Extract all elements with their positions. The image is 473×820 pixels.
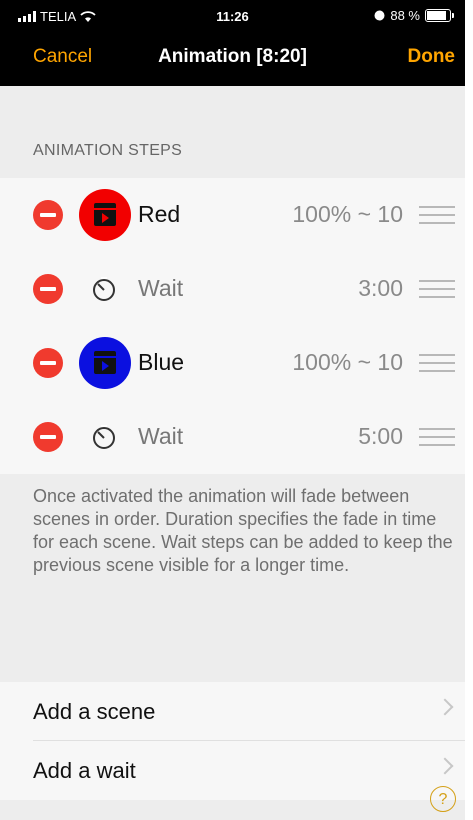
help-icon[interactable]: ? [430,786,456,812]
step-value: 100% ~ 10 [292,201,403,227]
battery-indicator: 88 % [374,8,454,23]
scene-icon [94,351,116,374]
chevron-right-icon [436,698,454,716]
reorder-handle-icon[interactable] [419,428,455,448]
step-value: 5:00 [358,423,403,449]
step-row-wait: Wait 5:00 [0,400,465,474]
chevron-right-icon [436,757,454,775]
add-scene-button[interactable]: Add a scene [0,682,465,741]
scene-color-red [79,189,131,241]
step-row-red: Red 100% ~ 10 [0,178,465,252]
step-row-blue: Blue 100% ~ 10 [0,326,465,400]
animation-steps-list: Red 100% ~ 10 Wait 3:00 Blue 100% ~ 10 W [0,178,465,474]
timer-icon [93,277,115,301]
step-name: Red [138,201,181,227]
add-wait-button[interactable]: Add a wait [0,741,465,800]
reorder-handle-icon[interactable] [419,280,455,300]
step-value: 100% ~ 10 [292,349,403,375]
top-bar: TELIA 11:26 88 % Cancel Animation [8:20]… [0,0,465,86]
delete-step-button[interactable] [33,422,63,452]
step-name: Blue [138,349,185,375]
add-wait-label: Add a wait [33,758,136,783]
status-bar: TELIA 11:26 88 % [0,0,465,34]
right-edge [465,0,473,820]
section-header: ANIMATION STEPS [33,142,183,159]
battery-percent: 88 % [390,8,420,23]
done-button[interactable]: Done [408,46,456,68]
delete-step-button[interactable] [33,348,63,378]
battery-icon [425,9,454,22]
reorder-handle-icon[interactable] [419,354,455,374]
timer-icon [93,425,115,449]
step-name: Wait [138,275,184,301]
page-title: Animation [8:20] [158,46,307,67]
alarm-icon [374,10,385,21]
step-row-wait: Wait 3:00 [0,252,465,326]
reorder-handle-icon[interactable] [419,206,455,226]
delete-step-button[interactable] [33,200,63,230]
step-name: Wait [138,423,184,449]
delete-step-button[interactable] [33,274,63,304]
scene-icon [94,203,116,226]
description-text: Once activated the animation will fade b… [33,486,453,575]
navigation-bar: Cancel Animation [8:20] Done [0,34,465,86]
step-value: 3:00 [358,275,403,301]
add-scene-label: Add a scene [33,699,156,724]
scene-color-blue [79,337,131,389]
